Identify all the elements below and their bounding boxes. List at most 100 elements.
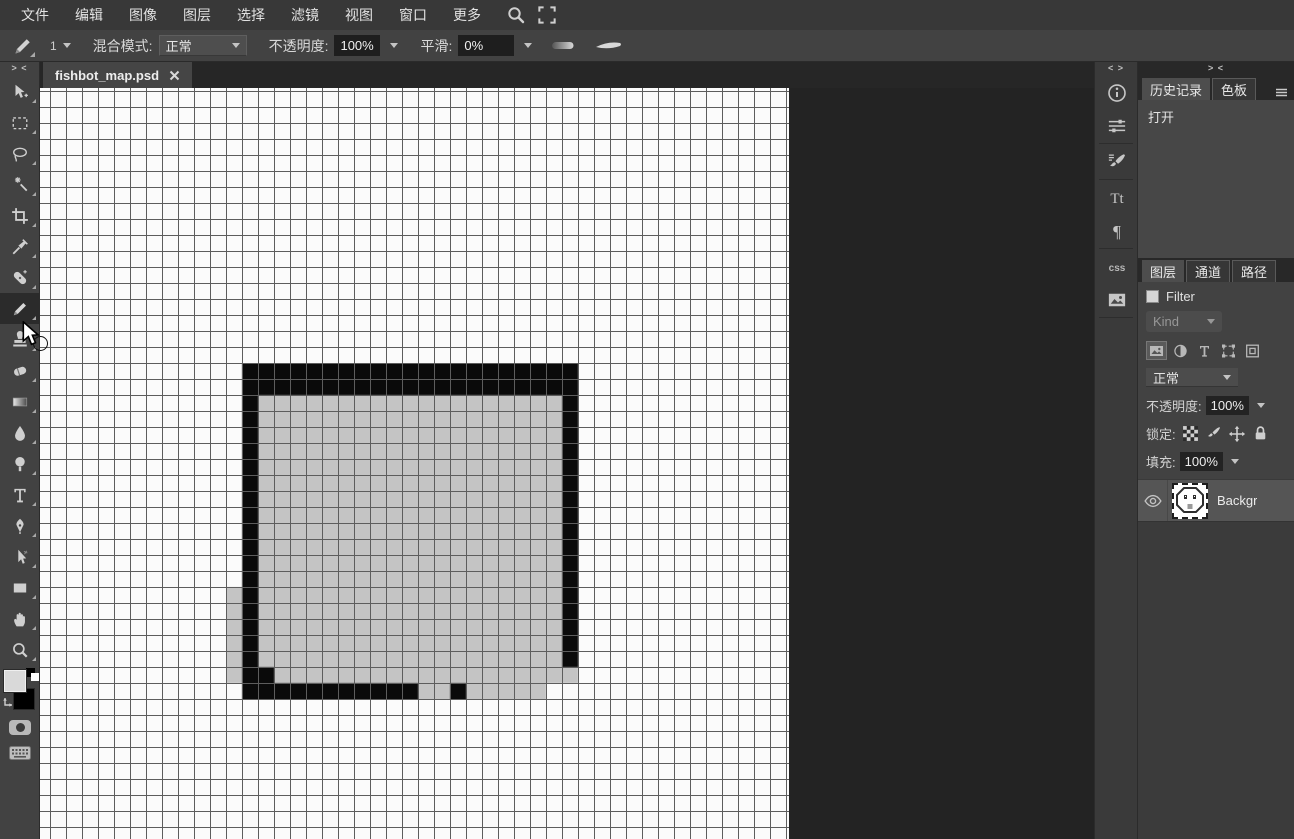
tool-magic-wand[interactable]	[0, 169, 40, 200]
menu-item-image[interactable]: 图像	[116, 0, 170, 30]
search-icon[interactable]	[506, 5, 526, 25]
lock-position-icon	[1228, 425, 1246, 443]
document-canvas[interactable]	[40, 88, 789, 839]
quick-mask-button[interactable]	[0, 714, 40, 740]
layer-blend-mode-select[interactable]: 正常	[1146, 368, 1238, 387]
filter-type-layers-button[interactable]	[1194, 341, 1215, 360]
tool-blur[interactable]	[0, 417, 40, 448]
divider	[1099, 317, 1133, 318]
tool-gradient[interactable]	[0, 386, 40, 417]
tool-pen[interactable]	[0, 510, 40, 541]
tool-flyout-triangle	[32, 316, 36, 320]
layer-opacity-input[interactable]: 100%	[1206, 396, 1249, 415]
layer-name[interactable]: Backgr	[1217, 493, 1257, 508]
layer-opacity-slider-arrow[interactable]	[1257, 403, 1265, 408]
menu-item-more[interactable]: 更多	[440, 0, 494, 30]
pixel-art-layer[interactable]	[226, 363, 594, 699]
panel-toggle-info[interactable]	[1095, 76, 1139, 109]
blend-mode-select[interactable]: 正常	[159, 35, 247, 56]
lasso-icon	[11, 145, 29, 163]
layer-fill-label: 填充:	[1146, 452, 1176, 471]
panel-toggle-brush-settings[interactable]	[1095, 145, 1139, 178]
opacity-input[interactable]: 100%	[334, 35, 380, 56]
document-tab-title: fishbot_map.psd	[55, 68, 159, 83]
lock-label: 锁定:	[1146, 424, 1176, 443]
layer-fill-slider-arrow[interactable]	[1231, 459, 1239, 464]
tool-eyedropper[interactable]	[0, 231, 40, 262]
foreground-color-swatch[interactable]	[4, 670, 26, 692]
menu-item-filter[interactable]: 滤镜	[278, 0, 332, 30]
eye-icon	[1144, 492, 1162, 510]
filter-pixel-layers-button[interactable]	[1146, 341, 1167, 360]
menu-item-layer[interactable]: 图层	[170, 0, 224, 30]
panel-menu-icon[interactable]	[1276, 84, 1287, 102]
tool-clone-stamp[interactable]	[0, 324, 40, 355]
menu-item-select[interactable]: 选择	[224, 0, 278, 30]
magic-wand-icon	[11, 176, 29, 194]
tab-close-icon[interactable]	[169, 70, 180, 81]
tool-lasso[interactable]	[0, 138, 40, 169]
filter-checkbox[interactable]	[1146, 290, 1159, 303]
tool-crop[interactable]	[0, 200, 40, 231]
tab-paths[interactable]: 路径	[1232, 260, 1276, 282]
tool-zoom[interactable]	[0, 634, 40, 665]
tool-marquee[interactable]	[0, 107, 40, 138]
swap-colors-icon[interactable]	[3, 696, 15, 714]
layer-thumbnail[interactable]	[1172, 483, 1208, 519]
filter-label: Filter	[1166, 289, 1195, 304]
toolbar-collapse-toggle[interactable]: > <	[0, 62, 39, 76]
layer-row[interactable]: Backgr	[1138, 479, 1294, 521]
tool-pencil[interactable]	[0, 293, 40, 324]
lock-pixels-button[interactable]	[1205, 425, 1222, 442]
menu-item-window[interactable]: 窗口	[386, 0, 440, 30]
layer-fill-input[interactable]: 100%	[1180, 452, 1223, 471]
tab-history[interactable]: 历史记录	[1142, 78, 1210, 100]
panel-toggle-character[interactable]: Tt	[1095, 181, 1139, 214]
tab-channels[interactable]: 通道	[1186, 260, 1230, 282]
menu-item-edit[interactable]: 编辑	[62, 0, 116, 30]
taper-size-icon[interactable]	[548, 39, 578, 53]
tool-dodge[interactable]	[0, 448, 40, 479]
panel-toggle-adjustments[interactable]	[1095, 109, 1139, 142]
history-entry[interactable]: 打开	[1138, 100, 1294, 133]
brush-size-control[interactable]: 1	[50, 39, 71, 53]
tool-path-select[interactable]	[0, 541, 40, 572]
tool-eraser[interactable]	[0, 355, 40, 386]
character-icon: Tt	[1106, 188, 1128, 208]
layer-visibility-toggle[interactable]	[1138, 480, 1168, 522]
tool-healing-brush[interactable]	[0, 262, 40, 293]
tool-hand[interactable]	[0, 603, 40, 634]
fullscreen-icon[interactable]	[538, 6, 556, 24]
hand-icon	[11, 610, 29, 628]
taper-opacity-icon[interactable]	[594, 39, 624, 53]
lock-position-button[interactable]	[1228, 425, 1246, 443]
chevron-down-icon	[63, 43, 71, 48]
panel-toggle-image[interactable]	[1095, 283, 1139, 316]
document-tab[interactable]: fishbot_map.psd	[43, 62, 192, 88]
panel-collapse-toggle[interactable]: > <	[1138, 62, 1294, 76]
filter-smart-objects-button[interactable]	[1242, 341, 1263, 360]
rail-collapse-toggle[interactable]: < >	[1095, 62, 1137, 76]
filter-shape-layers-button[interactable]	[1218, 341, 1239, 360]
tab-layers[interactable]: 图层	[1142, 260, 1184, 282]
smoothing-label: 平滑:	[420, 36, 452, 56]
menu-item-file[interactable]: 文件	[8, 0, 62, 30]
lock-transparency-button[interactable]	[1182, 425, 1199, 442]
layer-filter-kind-select[interactable]: Kind	[1146, 311, 1222, 332]
keyboard-shortcuts-button[interactable]	[0, 740, 40, 766]
tool-rectangle[interactable]	[0, 572, 40, 603]
smoothing-slider-arrow[interactable]	[524, 43, 532, 48]
tab-swatches[interactable]: 色板	[1212, 78, 1256, 100]
active-tool-preset-button[interactable]	[10, 34, 36, 58]
panel-toggle-paragraph[interactable]: ¶	[1095, 214, 1139, 247]
tool-type[interactable]	[0, 479, 40, 510]
panel-toggle-css[interactable]: css	[1095, 250, 1139, 283]
opacity-slider-arrow[interactable]	[390, 43, 398, 48]
lock-all-button[interactable]	[1252, 425, 1269, 442]
tool-move[interactable]	[0, 76, 40, 107]
tool-flyout-triangle	[32, 657, 36, 661]
default-colors-icon[interactable]	[31, 673, 39, 681]
menu-item-view[interactable]: 视图	[332, 0, 386, 30]
smoothing-input[interactable]: 0%	[458, 35, 514, 56]
filter-adjustment-layers-button[interactable]	[1170, 341, 1191, 360]
